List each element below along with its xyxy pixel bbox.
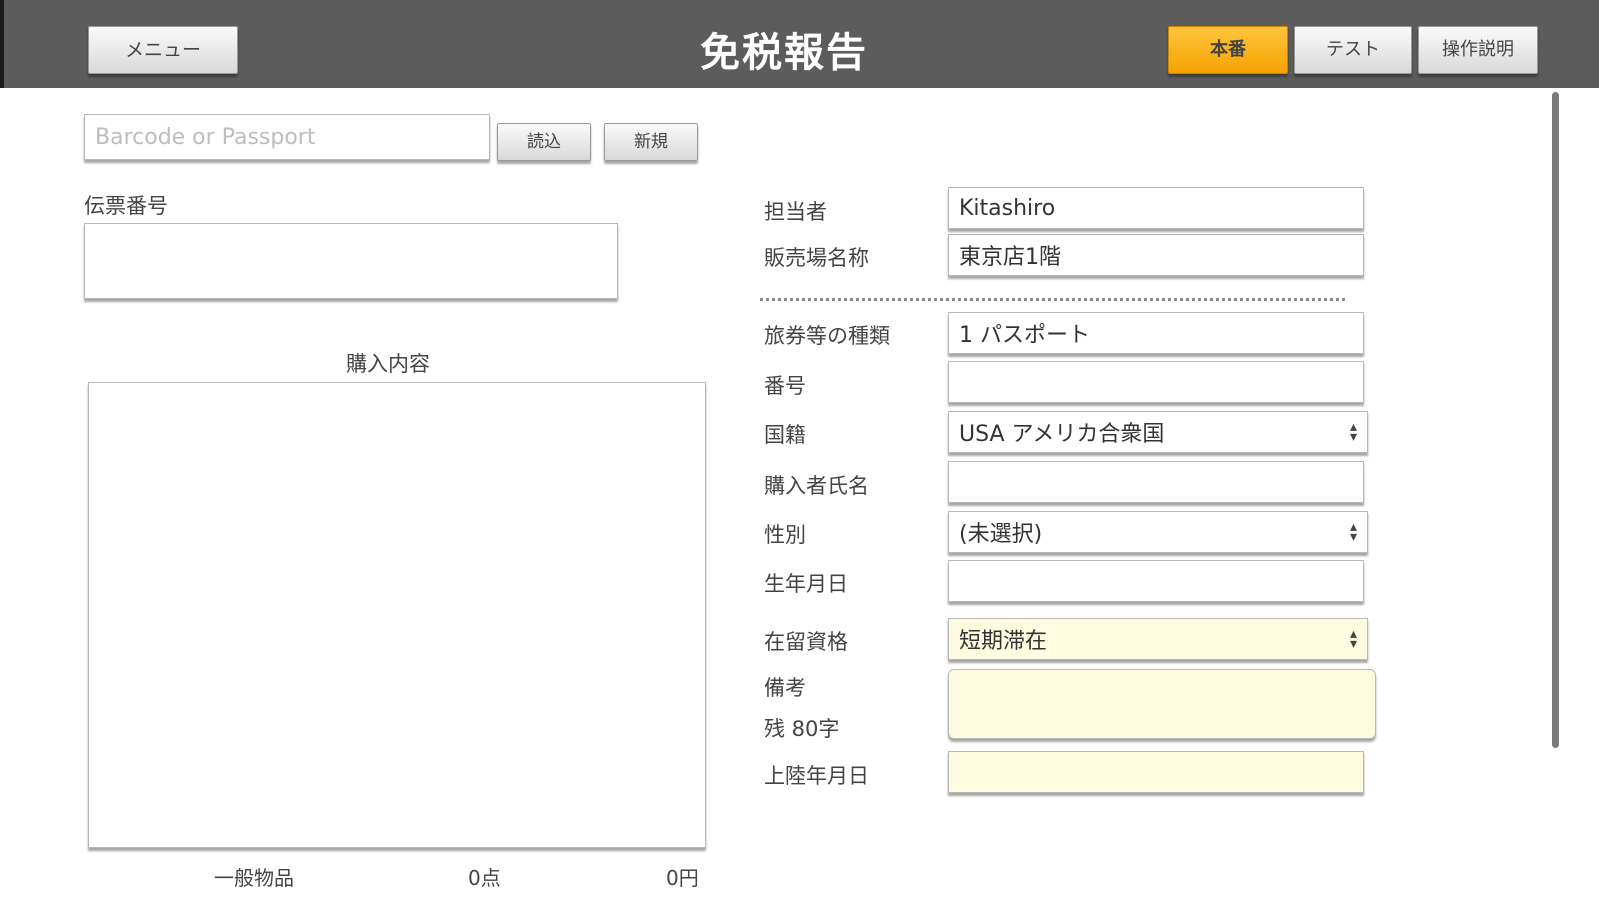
number-label: 番号 <box>764 374 806 398</box>
select-arrows-icon: ▴ ▾ <box>1349 519 1357 545</box>
purchase-list[interactable] <box>88 382 706 848</box>
birthdate-field[interactable] <box>948 560 1364 602</box>
test-mode-button[interactable]: テスト <box>1294 26 1412 74</box>
passport-type-field[interactable]: 1 パスポート <box>948 312 1364 354</box>
staff-field[interactable]: Kitashiro <box>948 187 1364 229</box>
barcode-passport-input[interactable]: Barcode or Passport <box>84 114 490 160</box>
new-button[interactable]: 新規 <box>604 123 698 161</box>
menu-button[interactable]: メニュー <box>88 26 238 74</box>
staff-label: 担当者 <box>764 200 827 224</box>
nationality-label: 国籍 <box>764 423 806 447</box>
nationality-select[interactable]: USA アメリカ合衆国 ▴ ▾ <box>948 411 1368 453</box>
store-field[interactable]: 東京店1階 <box>948 234 1364 276</box>
help-button[interactable]: 操作説明 <box>1418 26 1538 74</box>
summary-amount: 0円 <box>666 866 699 890</box>
select-arrows-icon: ▴ ▾ <box>1349 626 1357 652</box>
landing-date-label: 上陸年月日 <box>764 764 869 788</box>
remarks-textarea[interactable] <box>948 669 1376 739</box>
production-mode-button[interactable]: 本番 <box>1168 26 1288 74</box>
number-field[interactable] <box>948 361 1364 403</box>
store-label: 販売場名称 <box>764 246 869 270</box>
gender-value: (未選択) <box>959 522 1043 547</box>
residence-status-value: 短期滞在 <box>959 629 1048 654</box>
nationality-value: USA アメリカ合衆国 <box>959 422 1165 447</box>
slip-number-label: 伝票番号 <box>84 194 168 218</box>
read-button[interactable]: 読込 <box>497 123 591 161</box>
vertical-scrollbar[interactable] <box>1552 92 1559 748</box>
section-divider <box>760 298 1345 301</box>
gender-select[interactable]: (未選択) ▴ ▾ <box>948 511 1368 553</box>
birthdate-label: 生年月日 <box>764 572 848 596</box>
passport-type-label: 旅券等の種類 <box>764 324 890 348</box>
remarks-remaining-count: 残 80字 <box>764 717 840 741</box>
landing-date-field[interactable] <box>948 751 1364 793</box>
residence-status-select[interactable]: 短期滞在 ▴ ▾ <box>948 618 1368 660</box>
purchase-list-title: 購入内容 <box>346 352 430 376</box>
remarks-label: 備考 <box>764 676 806 700</box>
summary-count: 0点 <box>468 866 501 890</box>
gender-label: 性別 <box>764 523 806 547</box>
buyer-name-label: 購入者氏名 <box>764 474 869 498</box>
slip-number-field[interactable] <box>84 223 618 299</box>
buyer-name-field[interactable] <box>948 461 1364 503</box>
summary-category: 一般物品 <box>214 866 294 890</box>
select-arrows-icon: ▴ ▾ <box>1349 419 1357 445</box>
residence-status-label: 在留資格 <box>764 630 848 654</box>
